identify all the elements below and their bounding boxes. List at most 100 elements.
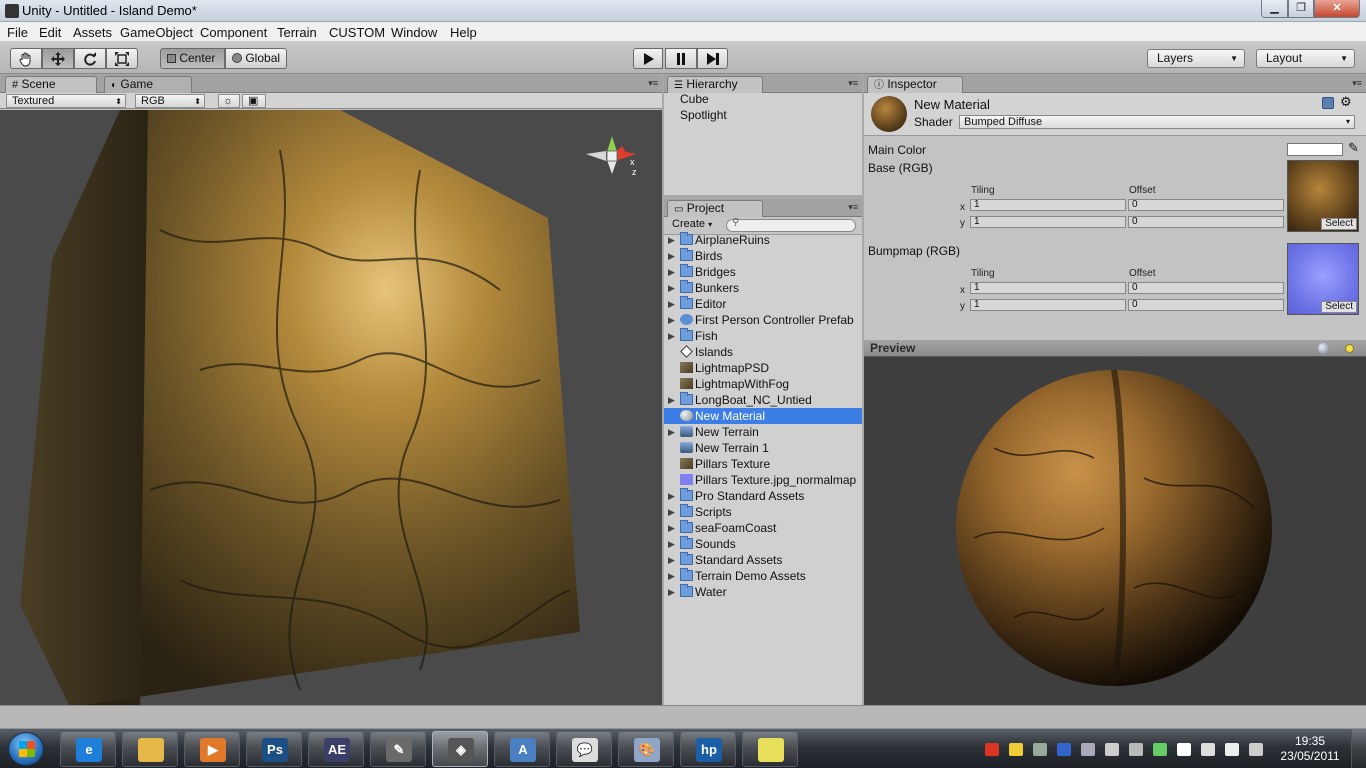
project-item[interactable]: ▶ seaFoamCoast bbox=[664, 520, 862, 536]
project-item[interactable]: ▶ AirplaneRuins bbox=[664, 232, 862, 248]
bluetooth-icon[interactable] bbox=[1057, 743, 1071, 756]
menu-file[interactable]: File bbox=[7, 25, 28, 40]
base-tiling-y-field[interactable]: 1 bbox=[970, 216, 1126, 228]
wifi-icon[interactable] bbox=[1153, 743, 1167, 756]
taskbar-button[interactable]: Ps bbox=[246, 731, 302, 767]
foldout-arrow-icon[interactable]: ▶ bbox=[668, 264, 675, 280]
base-select-button[interactable]: Select bbox=[1321, 218, 1357, 230]
foldout-arrow-icon[interactable]: ▶ bbox=[668, 536, 675, 552]
bump-tiling-y-field[interactable]: 1 bbox=[970, 299, 1126, 311]
base-offset-x-field[interactable]: 0 bbox=[1128, 199, 1284, 211]
taskbar-button[interactable]: 💬 bbox=[556, 731, 612, 767]
create-dropdown[interactable]: Create ▾ bbox=[672, 218, 712, 230]
panel-menu-icon[interactable]: ▾≡ bbox=[848, 78, 858, 89]
scale-tool-button[interactable] bbox=[106, 48, 138, 69]
project-item[interactable]: ▶ Scripts bbox=[664, 504, 862, 520]
flag-icon[interactable] bbox=[1177, 743, 1191, 756]
bump-offset-y-field[interactable]: 0 bbox=[1128, 299, 1284, 311]
tab-project[interactable]: ▭ Project bbox=[667, 200, 763, 217]
space-global-button[interactable]: Global bbox=[225, 48, 287, 69]
taskbar-button[interactable]: ◈ bbox=[432, 731, 488, 767]
main-color-swatch[interactable] bbox=[1287, 143, 1343, 156]
layout-dropdown[interactable]: Layout ▼ bbox=[1256, 49, 1355, 68]
hardware-icon[interactable] bbox=[1129, 743, 1143, 756]
project-item[interactable]: ▶ First Person Controller Prefab bbox=[664, 312, 862, 328]
menu-assets[interactable]: Assets bbox=[73, 25, 112, 40]
taskbar-button[interactable]: hp bbox=[680, 731, 736, 767]
tab-scene[interactable]: # Scene bbox=[5, 76, 97, 93]
project-item[interactable]: ▶ Bridges bbox=[664, 264, 862, 280]
move-tool-button[interactable] bbox=[42, 48, 74, 69]
foldout-arrow-icon[interactable]: ▶ bbox=[668, 232, 675, 248]
panel-menu-icon[interactable]: ▾≡ bbox=[848, 202, 858, 213]
device-icon[interactable] bbox=[1201, 743, 1215, 756]
hierarchy-item-spotlight[interactable]: Spotlight bbox=[664, 107, 862, 123]
project-item[interactable]: ▶ Birds bbox=[664, 248, 862, 264]
sphere-shape-icon[interactable] bbox=[1318, 343, 1329, 354]
gear-icon[interactable]: ⚙ bbox=[1340, 94, 1352, 110]
effects-toggle[interactable]: ▣ bbox=[242, 94, 266, 108]
play-button[interactable] bbox=[633, 48, 663, 69]
bump-tiling-x-field[interactable]: 1 bbox=[970, 282, 1126, 294]
security-icon[interactable] bbox=[1105, 743, 1119, 756]
foldout-arrow-icon[interactable]: ▶ bbox=[668, 520, 675, 536]
foldout-arrow-icon[interactable]: ▶ bbox=[668, 424, 675, 440]
taskbar-button[interactable]: AE bbox=[308, 731, 364, 767]
taskbar-button[interactable]: 🎨 bbox=[618, 731, 674, 767]
eyedropper-icon[interactable]: ✎ bbox=[1348, 140, 1359, 156]
scene-orientation-gizmo[interactable]: x z bbox=[586, 136, 637, 177]
maximize-button[interactable]: ❐ bbox=[1288, 0, 1314, 18]
tab-inspector[interactable]: ⓘ Inspector bbox=[867, 76, 963, 93]
hand-tool-button[interactable] bbox=[10, 48, 42, 69]
foldout-arrow-icon[interactable]: ▶ bbox=[668, 488, 675, 504]
render-mode-dropdown[interactable]: Textured ⬍ bbox=[6, 94, 126, 108]
volume-icon[interactable] bbox=[1225, 743, 1239, 756]
menu-window[interactable]: Window bbox=[391, 25, 437, 40]
project-item[interactable]: ▶ Editor bbox=[664, 296, 862, 312]
layers-dropdown[interactable]: Layers ▼ bbox=[1147, 49, 1245, 68]
bumpmap-texture-slot[interactable]: Select bbox=[1287, 243, 1359, 315]
project-item[interactable]: ▶ New Terrain bbox=[664, 424, 862, 440]
signal-icon[interactable] bbox=[1249, 743, 1263, 756]
close-button[interactable]: ✕ bbox=[1314, 0, 1360, 18]
taskbar-button[interactable] bbox=[742, 731, 798, 767]
color-mode-dropdown[interactable]: RGB ⬍ bbox=[135, 94, 205, 108]
project-item[interactable]: New Terrain 1 bbox=[664, 440, 862, 456]
menu-component[interactable]: Component bbox=[200, 25, 267, 40]
chrome-icon[interactable] bbox=[1009, 743, 1023, 756]
menu-terrain[interactable]: Terrain bbox=[277, 25, 317, 40]
foldout-arrow-icon[interactable]: ▶ bbox=[668, 568, 675, 584]
project-item[interactable]: LightmapPSD bbox=[664, 360, 862, 376]
project-item[interactable]: ▶ Pro Standard Assets bbox=[664, 488, 862, 504]
foldout-arrow-icon[interactable]: ▶ bbox=[668, 312, 675, 328]
show-desktop-button[interactable] bbox=[1351, 729, 1366, 768]
lighting-toggle[interactable]: ☼ bbox=[218, 94, 240, 108]
project-item[interactable]: Pillars Texture bbox=[664, 456, 862, 472]
project-item[interactable]: LightmapWithFog bbox=[664, 376, 862, 392]
taskbar-button[interactable]: ▶ bbox=[184, 731, 240, 767]
network-adapter-icon[interactable] bbox=[1081, 743, 1095, 756]
foldout-arrow-icon[interactable]: ▶ bbox=[668, 296, 675, 312]
menu-gameobject[interactable]: GameObject bbox=[120, 25, 193, 40]
antivirus-icon[interactable] bbox=[985, 743, 999, 756]
minimize-button[interactable]: ▁ bbox=[1261, 0, 1288, 18]
step-button[interactable] bbox=[697, 48, 728, 69]
project-item[interactable]: ▶ Terrain Demo Assets bbox=[664, 568, 862, 584]
project-item[interactable]: New Material bbox=[664, 408, 862, 424]
menu-help[interactable]: Help bbox=[450, 25, 477, 40]
panel-menu-icon[interactable]: ▾≡ bbox=[1352, 78, 1362, 89]
tab-game[interactable]: ◐ Game bbox=[104, 76, 192, 93]
foldout-arrow-icon[interactable]: ▶ bbox=[668, 248, 675, 264]
bump-offset-x-field[interactable]: 0 bbox=[1128, 282, 1284, 294]
foldout-arrow-icon[interactable]: ▶ bbox=[668, 392, 675, 408]
project-item[interactable]: ▶ Sounds bbox=[664, 536, 862, 552]
taskbar-button[interactable]: e bbox=[60, 731, 116, 767]
taskbar-button[interactable]: A bbox=[494, 731, 550, 767]
project-item[interactable]: ▶ Bunkers bbox=[664, 280, 862, 296]
foldout-arrow-icon[interactable]: ▶ bbox=[668, 504, 675, 520]
hierarchy-item-cube[interactable]: Cube bbox=[664, 91, 862, 107]
project-item[interactable]: Pillars Texture.jpg_normalmap bbox=[664, 472, 862, 488]
system-clock[interactable]: 19:35 23/05/2011 bbox=[1280, 734, 1340, 764]
taskbar-button[interactable]: ✎ bbox=[370, 731, 426, 767]
panel-menu-icon[interactable]: ▾≡ bbox=[648, 78, 658, 89]
